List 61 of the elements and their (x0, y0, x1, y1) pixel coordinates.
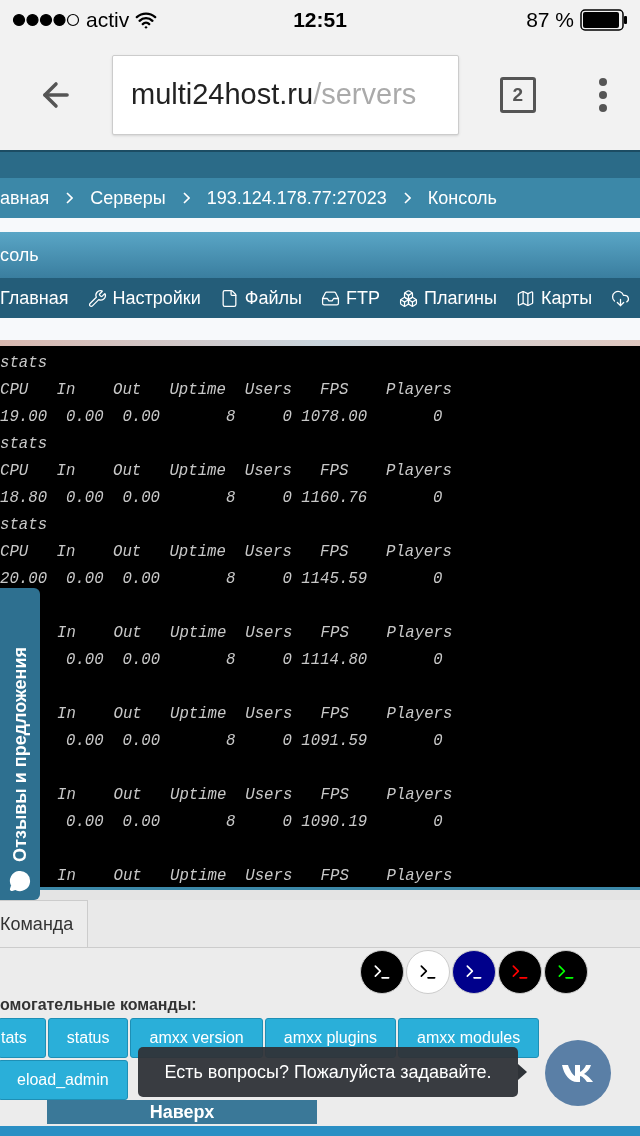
battery-icon (580, 9, 628, 31)
chat-icon (9, 870, 31, 892)
tooltip: Есть вопросы? Пожалуйста задавайте. (138, 1047, 518, 1097)
console-line: 20.00 0.00 0.00 8 0 1145.59 0 (0, 569, 443, 590)
breadcrumb-link[interactable]: Серверы (90, 184, 166, 212)
cloud-download-icon[interactable] (611, 288, 631, 308)
url-host: multi24host.ru (131, 77, 314, 113)
helper-label: омогательные команды: (0, 995, 197, 1015)
menu-icon[interactable] (597, 77, 610, 113)
top-button[interactable]: Наверх (47, 1100, 317, 1124)
chevron-icon (403, 192, 411, 204)
breadcrumb-link[interactable]: Консоль (427, 184, 497, 212)
battery-percent: 87 % (526, 7, 574, 34)
console-line: In Out Uptime Users FPS Players (57, 866, 453, 887)
nav-tab[interactable]: Карты (515, 284, 593, 312)
console-line: 0.00 0.00 8 0 1090.19 0 (66, 812, 443, 833)
feedback-label: Отзывы и предложения (8, 647, 31, 862)
command-button[interactable]: status (47, 1018, 129, 1058)
carrier-name: activ (86, 7, 130, 34)
chevron-icon (66, 192, 74, 204)
signal-icon (12, 13, 80, 27)
nav-tab[interactable]: Настройки (87, 284, 201, 312)
command-button[interactable]: tats (0, 1018, 46, 1058)
breadcrumb-link[interactable]: 193.124.178.77:27023 (206, 184, 387, 212)
console-line: stats (0, 353, 48, 374)
clock: 12:51 (293, 7, 347, 34)
console-line: In Out Uptime Users FPS Players (57, 623, 453, 644)
url-field[interactable]: multi24host.ru/servers (112, 55, 459, 135)
vk-icon (561, 1063, 595, 1083)
theme-button[interactable] (360, 949, 404, 994)
feedback-tab[interactable]: Отзывы и предложения (0, 588, 40, 900)
theme-button[interactable] (544, 949, 588, 994)
map-icon (515, 288, 535, 308)
wrench-icon (87, 288, 107, 308)
tab-count-button[interactable]: 2 (499, 77, 536, 113)
console-line: 19.00 0.00 0.00 8 0 1078.00 0 (0, 407, 443, 428)
tooltip-arrow-icon (518, 1064, 527, 1080)
wifi-icon (135, 9, 158, 31)
nav-tab[interactable]: Файлы (219, 284, 302, 312)
command-tab[interactable]: Команда (0, 900, 88, 947)
console-line: stats (0, 434, 48, 455)
console-line: CPU In Out Uptime Users FPS Players (0, 461, 452, 482)
console-line: 18.80 0.00 0.00 8 0 1160.76 0 (0, 488, 443, 509)
console-line: 0.00 0.00 8 0 1091.59 0 (66, 731, 443, 752)
console-line: In Out Uptime Users FPS Players (57, 704, 453, 725)
console-line: 0.00 0.00 8 0 1114.80 0 (66, 650, 443, 671)
console-line: In Out Uptime Users FPS Players (57, 785, 453, 806)
boxes-icon (399, 288, 418, 308)
command-button[interactable]: eload_admin (0, 1060, 128, 1100)
console-line: CPU In Out Uptime Users FPS Players (0, 380, 452, 401)
console-line: CPU In Out Uptime Users FPS Players (0, 542, 452, 563)
theme-button[interactable] (498, 949, 542, 994)
page-title: соль (0, 243, 39, 267)
nav-tab[interactable]: Главная (0, 284, 69, 312)
console-line: stats (0, 515, 48, 536)
nav-tab[interactable]: FTP (321, 284, 380, 312)
breadcrumb-link[interactable]: авная (0, 184, 50, 212)
theme-button[interactable] (452, 949, 496, 994)
url-path: /servers (313, 77, 417, 113)
chevron-icon (182, 192, 190, 204)
nav-tab[interactable]: Плагины (399, 284, 497, 312)
